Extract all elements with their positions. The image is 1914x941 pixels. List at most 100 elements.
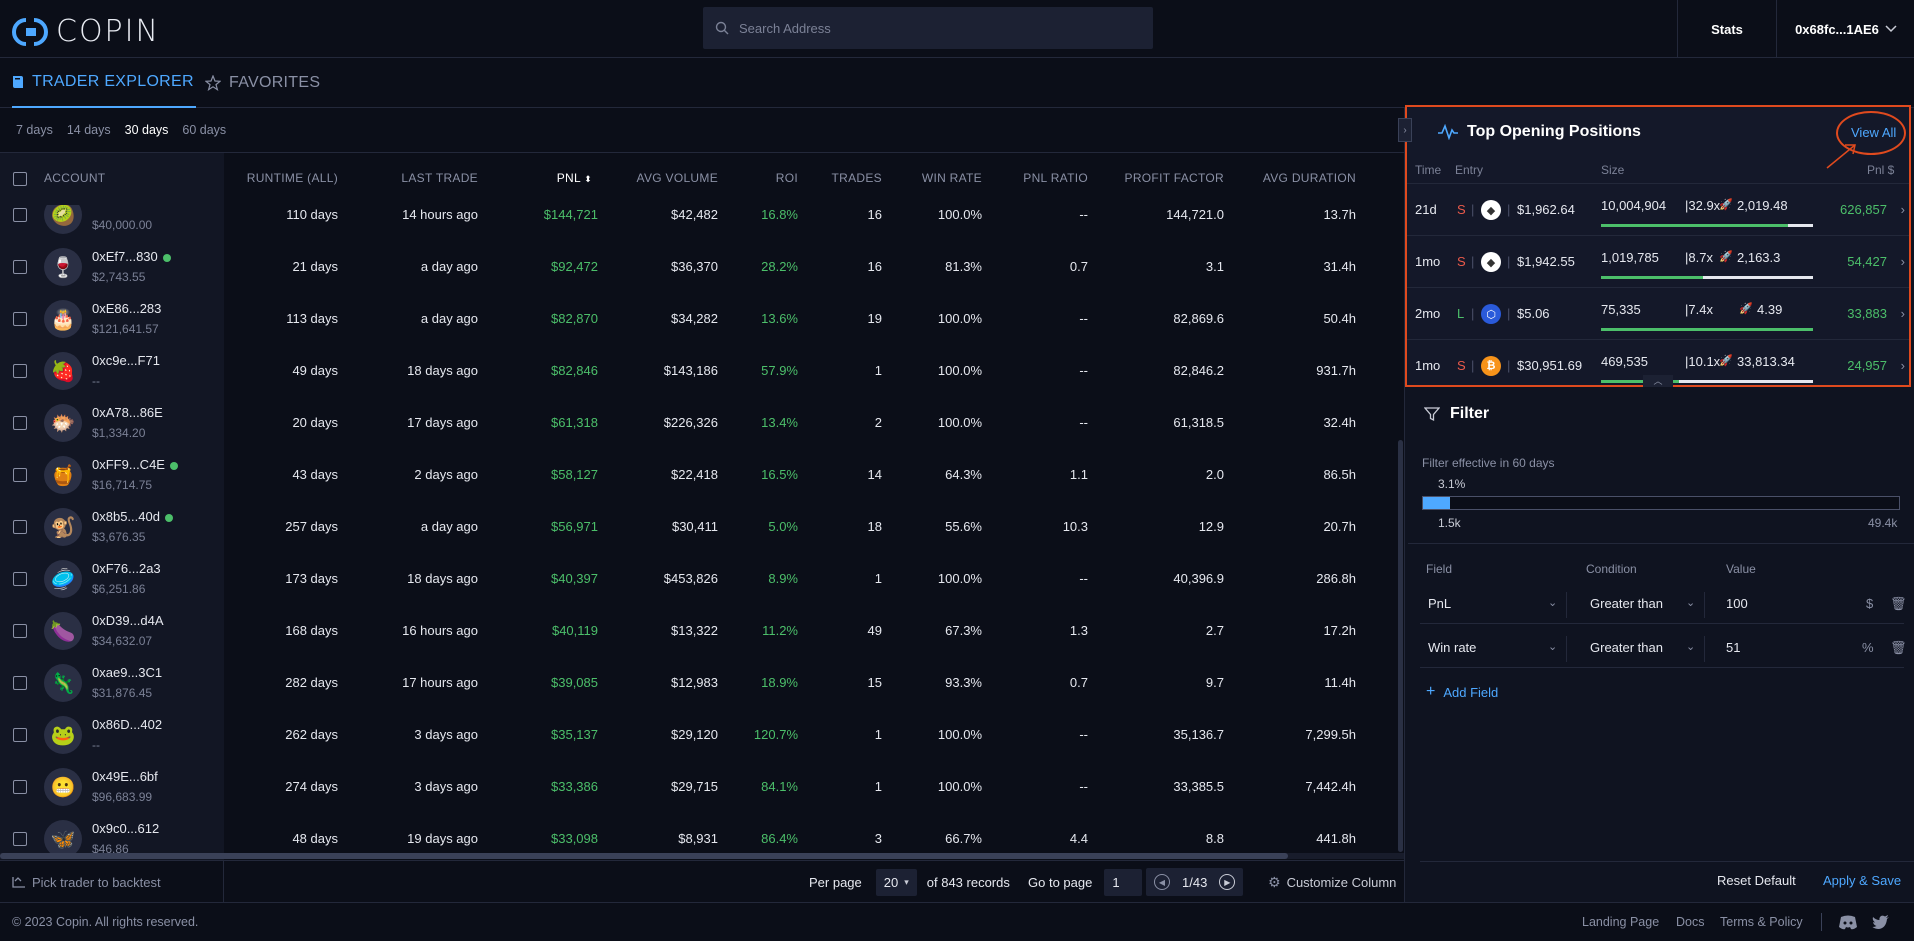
row-checkbox[interactable] xyxy=(13,312,27,326)
collapse-icon[interactable]: ︿ xyxy=(1643,375,1673,387)
table-row[interactable]: 🐒 0x8b5...40d $3,676.35 257 days a day ago $5… xyxy=(0,501,1404,553)
row-checkbox[interactable] xyxy=(13,416,27,430)
customize-column-button[interactable]: ⚙ Customize Column xyxy=(1268,861,1396,903)
account-address[interactable]: 0xae9...3C1 xyxy=(92,665,162,680)
panel-expand-icon[interactable]: › xyxy=(1398,118,1412,142)
select-all-checkbox[interactable] xyxy=(13,172,27,186)
position-row[interactable]: 2mo L | ⬡ | $5.06 75,335 |7.4x 🚀 4.39 33,883 › xyxy=(1407,287,1909,339)
account-address[interactable]: 0xc9e...F71 xyxy=(92,353,160,368)
table-row[interactable]: 🍆 0xD39...d4A $34,632.07 168 days 16 hours a… xyxy=(0,605,1404,657)
row-checkbox[interactable] xyxy=(13,520,27,534)
trades-cell: 1 xyxy=(874,571,882,586)
table-row[interactable]: 🍷 0xEf7...830 $2,743.55 21 days a day ago $92… xyxy=(0,241,1404,293)
last-trade-cell: 14 hours ago xyxy=(402,207,478,222)
table-row[interactable]: 🎂 0xE86...283 $121,641.57 113 days a day ago… xyxy=(0,293,1404,345)
table-row[interactable]: 🍯 0xFF9...C4E $16,714.75 43 days 2 days ago $… xyxy=(0,449,1404,501)
chevron-right-icon[interactable]: › xyxy=(1901,202,1905,217)
account-address[interactable]: 0x9c0...612 xyxy=(92,821,159,836)
footer-link-landing[interactable]: Landing Page xyxy=(1582,915,1659,929)
vertical-scrollbar[interactable] xyxy=(1398,440,1403,852)
per-page-select[interactable]: 20 ▾ xyxy=(875,868,917,896)
account-address[interactable]: 0xA78...86E xyxy=(92,405,163,420)
row-checkbox[interactable] xyxy=(13,364,27,378)
table-row[interactable]: 🥝 $40,000.00 110 days 14 hours ago $144,721 $… xyxy=(0,205,1404,241)
period-14-days[interactable]: 14 days xyxy=(67,123,111,137)
position-row[interactable]: 1mo S | ◆ | $1,942.55 1,019,785 |8.7x 🚀 2,163.3 54… xyxy=(1407,235,1909,287)
tab-favorites[interactable]: FAVORITES xyxy=(205,58,320,108)
col-account[interactable]: ACCOUNT xyxy=(44,171,105,185)
table-row[interactable]: 🥏 0xF76...2a3 $6,251.86 173 days 18 days ago… xyxy=(0,553,1404,605)
account-address[interactable]: 0x86D...402 xyxy=(92,717,162,732)
filter-value-input[interactable]: 51 xyxy=(1726,640,1740,655)
col-profit-factor[interactable]: PROFIT FACTOR xyxy=(1125,171,1224,185)
row-checkbox[interactable] xyxy=(13,624,27,638)
table-row[interactable]: 🐡 0xA78...86E $1,334.20 20 days 17 days ago $… xyxy=(0,397,1404,449)
tab-trader-explorer[interactable]: TRADER EXPLORER xyxy=(12,58,196,108)
trash-icon[interactable]: 🗑 xyxy=(1890,596,1907,612)
stats-button[interactable]: Stats xyxy=(1677,0,1777,58)
wallet-menu[interactable]: 0x68fc...1AE6 xyxy=(1778,0,1914,58)
prev-page-icon[interactable]: ◀ xyxy=(1154,874,1170,890)
row-checkbox[interactable] xyxy=(13,208,27,222)
col-runtime[interactable]: RUNTIME (ALL) xyxy=(247,171,338,185)
divider xyxy=(1821,913,1822,931)
row-checkbox[interactable] xyxy=(13,676,27,690)
copin-logo[interactable]: COPIN xyxy=(12,14,160,49)
row-checkbox[interactable] xyxy=(13,780,27,794)
twitter-icon[interactable] xyxy=(1872,915,1890,930)
col-win-rate[interactable]: WIN RATE xyxy=(922,171,982,185)
col-avg-volume[interactable]: AVG VOLUME xyxy=(637,171,718,185)
account-address[interactable]: 0xF76...2a3 xyxy=(92,561,161,576)
position-side: S xyxy=(1457,254,1466,269)
add-field-button[interactable]: + Add Field xyxy=(1426,683,1498,701)
footer-link-terms[interactable]: Terms & Policy xyxy=(1720,915,1803,929)
row-checkbox[interactable] xyxy=(13,260,27,274)
chevron-right-icon[interactable]: › xyxy=(1901,306,1905,321)
period-7-days[interactable]: 7 days xyxy=(16,123,53,137)
row-checkbox[interactable] xyxy=(13,572,27,586)
table-row[interactable]: 🐸 0x86D...402 -- 262 days 3 days ago $35,137 $… xyxy=(0,709,1404,761)
account-address[interactable]: 0xE86...283 xyxy=(92,301,161,316)
goto-page-input[interactable]: 1 xyxy=(1104,868,1143,896)
col-pnl[interactable]: PNL ⬍ xyxy=(557,171,592,185)
next-page-icon[interactable]: ▶ xyxy=(1219,874,1236,890)
chevron-right-icon[interactable]: › xyxy=(1901,358,1905,373)
filter-value-input[interactable]: 100 xyxy=(1726,596,1748,611)
position-row[interactable]: 21d S | ◆ | $1,962.64 10,004,904 |32.9x 🚀 2,019.4… xyxy=(1407,183,1909,235)
col-roi[interactable]: ROI xyxy=(776,171,798,185)
col-pnl-ratio[interactable]: PNL RATIO xyxy=(1023,171,1088,185)
account-address[interactable]: 0x49E...6bf xyxy=(92,769,158,784)
col-last-trade[interactable]: LAST TRADE xyxy=(401,171,478,185)
table-row[interactable]: 🦎 0xae9...3C1 $31,876.45 282 days 17 hours a… xyxy=(0,657,1404,709)
backtest-picker[interactable]: Pick trader to backtest xyxy=(12,861,161,903)
period-30-days[interactable]: 30 days xyxy=(125,123,169,137)
row-checkbox[interactable] xyxy=(13,468,27,482)
footer-link-docs[interactable]: Docs xyxy=(1676,915,1704,929)
account-address[interactable]: 0xFF9...C4E xyxy=(92,457,178,472)
horizontal-scrollbar[interactable] xyxy=(0,853,1288,859)
search-bar[interactable] xyxy=(703,7,1153,49)
pnl-ratio-cell: -- xyxy=(1079,571,1088,586)
trash-icon[interactable]: 🗑 xyxy=(1890,640,1907,656)
filter-field-select[interactable]: Win rate xyxy=(1428,640,1476,655)
reset-default-button[interactable]: Reset Default xyxy=(1717,873,1796,888)
filter-field-select[interactable]: PnL xyxy=(1428,596,1451,611)
search-input[interactable] xyxy=(739,20,1119,36)
apply-save-button[interactable]: Apply & Save xyxy=(1823,873,1901,888)
table-row[interactable]: 😬 0x49E...6bf $96,683.99 274 days 3 days ago… xyxy=(0,761,1404,813)
pnl-cell: $40,119 xyxy=(551,623,598,638)
row-checkbox[interactable] xyxy=(13,728,27,742)
filter-condition-select[interactable]: Greater than xyxy=(1590,596,1663,611)
row-checkbox[interactable] xyxy=(13,832,27,846)
chevron-right-icon[interactable]: › xyxy=(1901,254,1905,269)
table-row[interactable]: 🍓 0xc9e...F71 -- 49 days 18 days ago $82,846 $… xyxy=(0,345,1404,397)
col-trades[interactable]: TRADES xyxy=(832,171,882,185)
per-page-control: Per page 20 ▾ of 843 records xyxy=(809,861,1010,903)
account-address[interactable]: 0xEf7...830 xyxy=(92,249,171,264)
account-address[interactable]: 0xD39...d4A xyxy=(92,613,164,628)
col-avg-duration[interactable]: AVG DURATION xyxy=(1263,171,1356,185)
filter-condition-select[interactable]: Greater than xyxy=(1590,640,1663,655)
period-60-days[interactable]: 60 days xyxy=(182,123,226,137)
account-address[interactable]: 0x8b5...40d xyxy=(92,509,173,524)
discord-icon[interactable] xyxy=(1838,915,1858,930)
